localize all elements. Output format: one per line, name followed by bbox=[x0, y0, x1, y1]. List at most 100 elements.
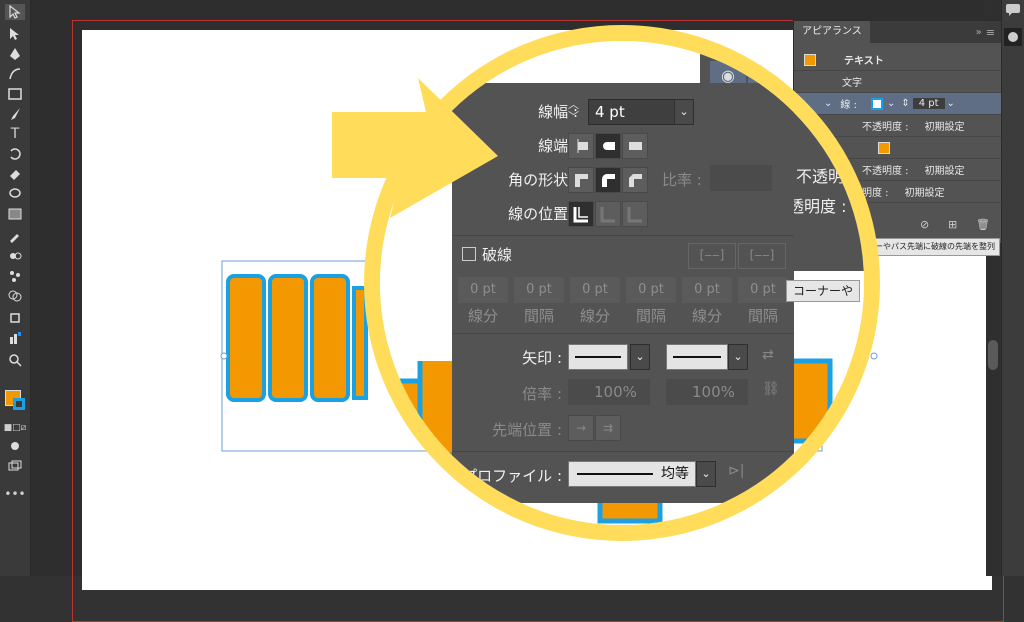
opacity2-value[interactable]: 初期設定 bbox=[925, 162, 965, 177]
stroke-swatch-icon[interactable] bbox=[870, 97, 883, 110]
profile-select[interactable]: 均等 bbox=[568, 461, 696, 487]
align-center-icon[interactable] bbox=[568, 201, 594, 227]
collapse-icon[interactable]: » bbox=[976, 27, 982, 38]
weight-dropdown-icon[interactable]: ⌄ bbox=[947, 98, 955, 109]
mag-brightness-label: 透明度 : bbox=[788, 197, 847, 216]
dash-align-corners-icon[interactable]: [‒‒] bbox=[738, 243, 786, 269]
tooltip-small: ーやパス先端に破線の先端を整列 bbox=[870, 238, 1000, 256]
round-join-icon[interactable] bbox=[595, 167, 621, 193]
profile-label: プロファイル : bbox=[462, 467, 562, 485]
projecting-cap-icon[interactable] bbox=[622, 133, 648, 159]
link-scale-icon[interactable]: ⛓ bbox=[762, 381, 780, 397]
color-mode-icon[interactable]: ■□⧄ bbox=[4, 420, 27, 436]
tools-panel: T ■□⧄ ••• bbox=[0, 0, 31, 576]
duplicate-item-icon[interactable]: ⊞ bbox=[948, 218, 957, 231]
scale-start-input[interactable]: 100% bbox=[568, 379, 650, 405]
eraser-icon[interactable] bbox=[5, 166, 25, 182]
gap-2-input[interactable]: 0 pt bbox=[626, 277, 676, 303]
selection-icon[interactable] bbox=[5, 4, 25, 20]
bevel-join-icon[interactable] bbox=[622, 167, 648, 193]
swap-arrowheads-icon[interactable]: ⇄ bbox=[762, 347, 774, 363]
extend-arrow-tip-icon[interactable]: → bbox=[568, 415, 594, 441]
clear-appearance-icon[interactable]: ⊘ bbox=[920, 218, 929, 231]
weight-stepper-icon[interactable]: ︿ ﹀ bbox=[568, 99, 582, 125]
delete-item-icon[interactable]: 🗑 bbox=[976, 218, 990, 231]
align-inside-icon[interactable] bbox=[595, 201, 621, 227]
arrowhead-label: 矢印 : bbox=[522, 349, 562, 367]
fill-swatch-icon[interactable] bbox=[878, 141, 890, 154]
mag-opacity-label: 不透明 bbox=[796, 167, 845, 186]
fill-stroke-icon[interactable] bbox=[3, 378, 27, 418]
lasso-icon[interactable] bbox=[5, 186, 25, 202]
dash-3-label: 線分 bbox=[691, 307, 722, 325]
zoom-icon[interactable] bbox=[5, 352, 25, 368]
scale-label: 倍率 : bbox=[522, 385, 562, 403]
graph-icon[interactable] bbox=[5, 330, 25, 346]
stroke-weight-field[interactable]: 4 pt bbox=[912, 98, 945, 109]
weight-dropdown-chevron-icon[interactable]: ⌄ bbox=[674, 99, 694, 125]
gradient-icon[interactable] bbox=[5, 206, 25, 222]
scale-end-input[interactable]: 100% bbox=[666, 379, 748, 405]
butt-cap-icon[interactable] bbox=[568, 133, 594, 159]
appearance-footer: ⊘ ⊞ 🗑 bbox=[920, 218, 990, 231]
profile-value: 均等 bbox=[661, 466, 689, 482]
stepper-icon[interactable]: ⇕ bbox=[901, 98, 909, 109]
opacity-label: 不透明度 : bbox=[862, 122, 909, 133]
direct-selection-icon[interactable] bbox=[5, 26, 25, 42]
more-tools-icon[interactable]: ••• bbox=[4, 486, 25, 502]
rotate-icon[interactable] bbox=[5, 146, 25, 162]
align-outside-icon[interactable] bbox=[622, 201, 648, 227]
dashed-label: 破線 bbox=[482, 246, 513, 264]
gap-2-label: 間隔 bbox=[635, 307, 666, 325]
type-icon[interactable]: T bbox=[5, 126, 25, 142]
opacity-value[interactable]: 初期設定 bbox=[925, 118, 965, 133]
dash-2-label: 線分 bbox=[579, 307, 610, 325]
miter-join-icon[interactable] bbox=[568, 167, 594, 193]
dash-3-input[interactable]: 0 pt bbox=[682, 277, 732, 303]
round-cap-icon[interactable] bbox=[595, 133, 621, 159]
dashed-checkbox[interactable] bbox=[462, 247, 476, 261]
symbol-sprayer-icon[interactable] bbox=[5, 268, 25, 284]
right-dock bbox=[1001, 0, 1024, 576]
dash-2-input[interactable]: 0 pt bbox=[570, 277, 620, 303]
place-arrow-tip-icon[interactable]: ⇉ bbox=[595, 415, 621, 441]
curvature-icon[interactable] bbox=[5, 66, 25, 82]
opacity3-value[interactable]: 初期設定 bbox=[905, 184, 945, 199]
align-tip-label: 先端位置 : bbox=[492, 421, 562, 439]
artboard-icon[interactable] bbox=[5, 310, 25, 326]
start-arrowhead-select[interactable] bbox=[568, 344, 628, 370]
dash-1-input[interactable]: 0 pt bbox=[458, 277, 508, 303]
weight-input[interactable]: 4 pt bbox=[588, 99, 676, 125]
end-arrowhead-select[interactable] bbox=[666, 344, 728, 370]
profile-chevron-icon[interactable]: ⌄ bbox=[696, 461, 716, 487]
pen-icon[interactable] bbox=[5, 46, 25, 62]
scroll-thumb[interactable] bbox=[988, 340, 998, 370]
gap-1-input[interactable]: 0 pt bbox=[514, 277, 564, 303]
screen-mode-icon[interactable] bbox=[5, 458, 25, 474]
start-arrowhead-chevron-icon[interactable]: ⌄ bbox=[630, 344, 650, 370]
flip-profile-icon[interactable]: ⊳| bbox=[728, 463, 744, 479]
blend-icon[interactable] bbox=[5, 248, 25, 264]
gap-1-label: 間隔 bbox=[523, 307, 554, 325]
end-arrowhead-chevron-icon[interactable]: ⌄ bbox=[728, 344, 748, 370]
stroke-dropdown-icon[interactable]: ⌄ bbox=[887, 98, 895, 109]
pointer-arrow-icon bbox=[332, 78, 498, 218]
dash-preserve-icon[interactable]: [‒‒] bbox=[688, 243, 736, 269]
rectangle-icon[interactable] bbox=[5, 86, 25, 102]
appearance-panel-icon[interactable] bbox=[1004, 28, 1022, 46]
limit-label: 比率 : bbox=[662, 171, 702, 189]
comments-icon[interactable] bbox=[1005, 2, 1021, 16]
opacity3-label: 明度 : bbox=[862, 188, 889, 199]
gap-3-input[interactable]: 0 pt bbox=[738, 277, 788, 303]
paintbrush-icon[interactable] bbox=[5, 106, 25, 122]
dash-1-label: 線分 bbox=[467, 307, 498, 325]
tooltip-large: コーナーや bbox=[786, 280, 861, 302]
panel-menu-icon[interactable]: ≡ bbox=[986, 26, 995, 39]
limit-input[interactable] bbox=[710, 165, 772, 191]
draw-mode-icon[interactable] bbox=[5, 438, 25, 454]
opacity2-label: 不透明度 : bbox=[862, 166, 909, 177]
gap-3-label: 間隔 bbox=[747, 307, 778, 325]
appearance-tab[interactable]: アピアランス bbox=[794, 21, 870, 43]
eyedropper-icon[interactable] bbox=[5, 228, 25, 244]
shape-builder-icon[interactable] bbox=[5, 288, 25, 304]
